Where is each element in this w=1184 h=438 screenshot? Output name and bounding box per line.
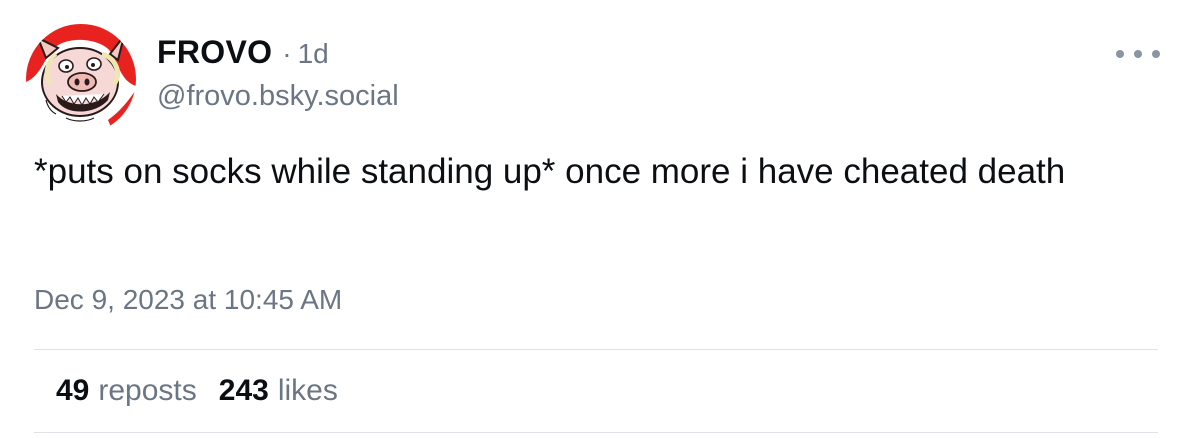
reposts-stat[interactable]: 49 reposts [56,374,197,408]
post-stats: 49 reposts 243 likes [56,374,338,408]
post-text: *puts on socks while standing up* once m… [34,152,1066,191]
pig-face-avatar-icon [26,24,136,134]
avatar[interactable] [26,24,136,134]
more-options-icon-dot [1152,50,1160,58]
post-age[interactable]: 1d [298,38,329,70]
post-card: FROVO · 1d @frovo.bsky.social *puts on s… [0,0,1184,438]
divider [34,349,1158,350]
post-timestamp: Dec 9, 2023 at 10:45 AM [34,284,343,315]
reposts-label: reposts [98,374,197,407]
likes-stat[interactable]: 243 likes [219,374,338,408]
separator-dot: · [282,38,292,69]
reposts-count: 49 [56,374,90,407]
more-options-icon [1116,50,1124,58]
likes-label: likes [277,374,338,407]
more-options-icon-dot [1134,50,1142,58]
post-header: FROVO · 1d [157,34,329,74]
author-display-name[interactable]: FROVO [157,34,272,71]
likes-count: 243 [218,374,269,407]
author-handle[interactable]: @frovo.bsky.social [157,80,399,113]
divider [34,432,1158,433]
more-options-button[interactable] [1116,44,1160,64]
